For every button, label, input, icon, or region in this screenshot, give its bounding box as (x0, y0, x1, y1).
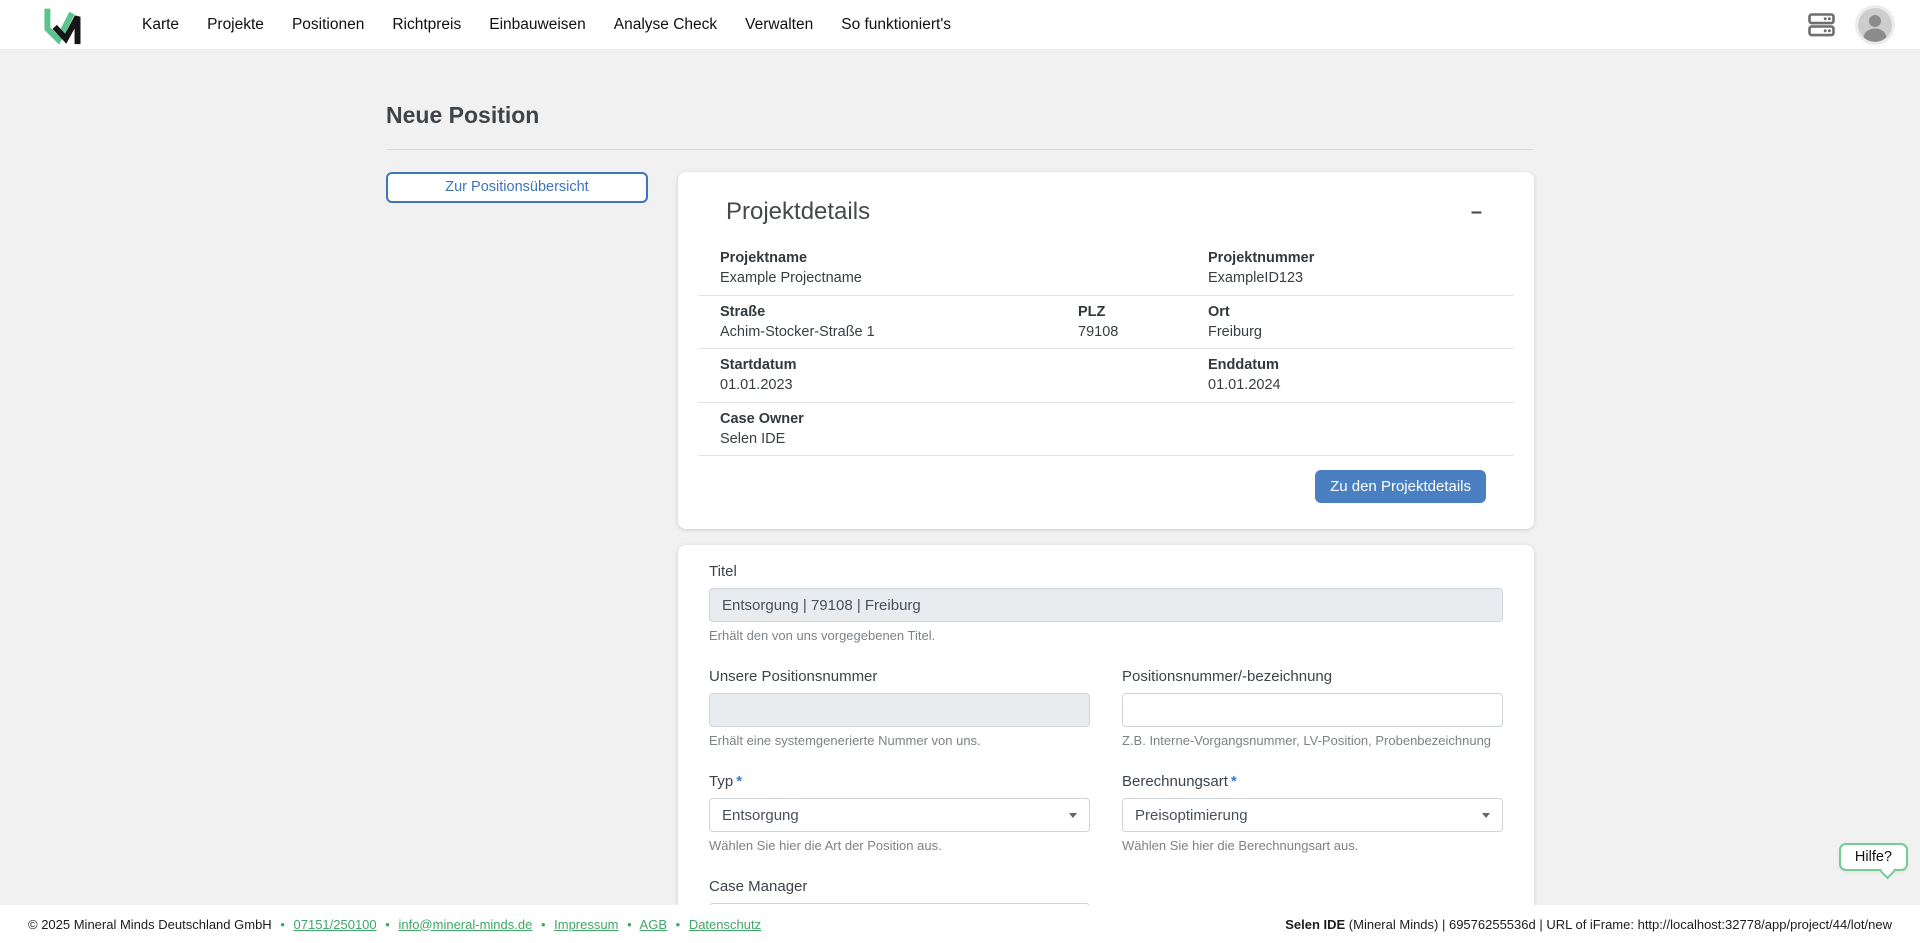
email-link[interactable]: info@mineral-minds.de (398, 917, 532, 932)
nav-item-einbauweisen[interactable]: Einbauweisen (475, 0, 600, 50)
table-row: Case Owner Selen IDE (698, 403, 1514, 457)
impressum-link[interactable]: Impressum (554, 917, 618, 932)
unsere-positionsnummer-label: Unsere Positionsnummer (709, 668, 878, 686)
typ-label: Typ * (709, 773, 743, 791)
nav-item-projekte[interactable]: Projekte (193, 0, 278, 50)
case-owner-label: Case Owner (720, 410, 804, 427)
nav-item-so-funktionierts[interactable]: So funktioniert's (827, 0, 965, 50)
berechnungsart-select[interactable]: Preisoptimierung (1122, 798, 1503, 833)
new-position-form-card: Titel Erhält den von uns vorgegebenen Ti… (678, 545, 1534, 905)
footer-session-info: Selen IDE (Mineral Minds) | 69576255536d… (1285, 917, 1892, 932)
typ-select[interactable]: Entsorgung (709, 798, 1090, 833)
datenschutz-link[interactable]: Datenschutz (689, 917, 761, 932)
required-asterisk: * (736, 773, 743, 791)
footer-left: © 2025 Mineral Minds Deutschland GmbH • … (28, 916, 762, 932)
strasse-label: Straße (720, 303, 766, 320)
projektnummer-value: ExampleID123 (1208, 270, 1304, 287)
table-row: Straße Achim-Stocker-Straße 1 PLZ 79108 … (698, 296, 1514, 350)
plz-label: PLZ (1078, 303, 1106, 320)
phone-link[interactable]: 07151/250100 (294, 917, 377, 932)
enddatum-value: 01.01.2024 (1208, 377, 1281, 394)
typ-helper: Wählen Sie hier die Art der Position aus… (709, 838, 942, 854)
unsere-positionsnummer-helper: Erhält eine systemgenerierte Nummer von … (709, 733, 981, 749)
user-avatar-icon[interactable] (1855, 4, 1895, 45)
project-card-title: Projektdetails (726, 198, 871, 225)
positionsnummer-helper: Z.B. Interne-Vorgangsnummer, LV-Position… (1122, 733, 1492, 749)
berechnungsart-selected-value: Preisoptimierung (1135, 806, 1248, 824)
berechnungsart-label: Berechnungsart * (1122, 773, 1237, 791)
session-user: Selen IDE (1285, 916, 1346, 932)
projektname-value: Example Projectname (720, 270, 862, 287)
ort-label: Ort (1208, 303, 1230, 320)
case-manager-label: Case Manager (709, 878, 808, 896)
titel-field (709, 588, 1503, 623)
titel-helper: Erhält den von uns vorgegebenen Titel. (709, 628, 936, 644)
top-navbar: Karte Projekte Positionen Richtpreis Ein… (0, 0, 1920, 50)
copyright-text: © 2025 Mineral Minds Deutschland GmbH (28, 916, 272, 932)
enddatum-label: Enddatum (1208, 357, 1279, 374)
help-button-label: Hilfe? (1854, 849, 1892, 865)
case-owner-value: Selen IDE (720, 431, 786, 448)
strasse-value: Achim-Stocker-Straße 1 (720, 323, 875, 340)
page-title: Neue Position (386, 102, 1534, 150)
projektnummer-label: Projektnummer (1208, 250, 1315, 266)
nav-item-verwalten[interactable]: Verwalten (731, 0, 827, 50)
positionsnummer-label: Positionsnummer/-bezeichnung (1122, 668, 1333, 686)
unsere-positionsnummer-field (709, 693, 1090, 728)
collapse-minus-icon[interactable]: – (1467, 202, 1486, 222)
required-asterisk: * (1230, 773, 1237, 791)
chevron-down-icon (1069, 812, 1077, 818)
project-details-table: Projektname Example Projectname Projektn… (698, 242, 1514, 457)
main-content: Neue Position Zur Positionsübersicht Pro… (0, 50, 1920, 905)
titel-label: Titel (709, 563, 737, 581)
server-stack-icon[interactable] (1808, 12, 1836, 37)
berechnungsart-helper: Wählen Sie hier die Berechnungsart aus. (1122, 838, 1359, 854)
nav-item-karte[interactable]: Karte (128, 0, 193, 50)
startdatum-value: 01.01.2023 (720, 377, 793, 394)
mineral-minds-logo[interactable] (40, 4, 84, 46)
help-button[interactable]: Hilfe? (1838, 843, 1908, 879)
main-navigation: Karte Projekte Positionen Richtpreis Ein… (128, 0, 965, 50)
startdatum-label: Startdatum (720, 357, 797, 374)
plz-value: 79108 (1078, 323, 1119, 340)
project-details-card: Projektdetails – Projektname Example Pro… (678, 172, 1534, 530)
session-details: (Mineral Minds) | 69576255536d | URL of … (1345, 916, 1892, 932)
footer-bar: © 2025 Mineral Minds Deutschland GmbH • … (0, 905, 1920, 943)
nav-item-analyse-check[interactable]: Analyse Check (600, 0, 731, 50)
positionsnummer-field[interactable] (1122, 693, 1503, 728)
ort-value: Freiburg (1208, 323, 1262, 340)
agb-link[interactable]: AGB (640, 917, 667, 932)
nav-item-richtpreis[interactable]: Richtpreis (378, 0, 475, 50)
table-row: Projektname Example Projectname Projektn… (698, 242, 1514, 296)
projektname-label: Projektname (720, 250, 808, 266)
to-project-details-button[interactable]: Zu den Projektdetails (1315, 470, 1486, 504)
position-overview-button[interactable]: Zur Positionsübersicht (386, 172, 648, 203)
table-row: Startdatum 01.01.2023 Enddatum 01.01.202… (698, 349, 1514, 403)
typ-selected-value: Entsorgung (722, 806, 799, 824)
chevron-down-icon (1482, 812, 1490, 818)
nav-item-positionen[interactable]: Positionen (278, 0, 378, 50)
